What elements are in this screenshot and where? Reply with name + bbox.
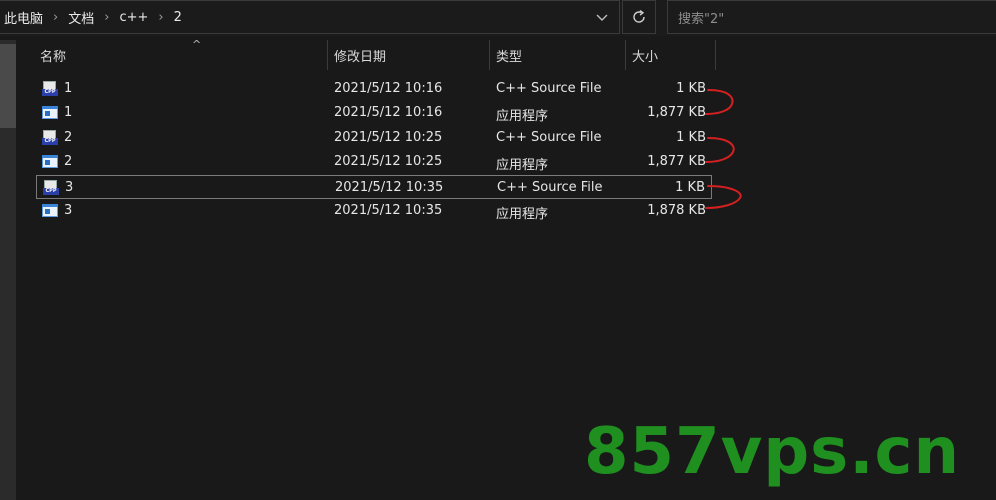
cpp-file-icon: CPP xyxy=(42,129,58,146)
refresh-button[interactable] xyxy=(622,0,656,34)
chevron-right-icon[interactable]: › xyxy=(104,10,109,25)
file-type: C++ Source File xyxy=(496,129,602,145)
column-name-label: 名称 xyxy=(40,49,67,65)
chevron-down-icon xyxy=(596,14,608,21)
exe-app-icon xyxy=(42,155,58,171)
file-type: 应用程序 xyxy=(496,158,549,174)
file-date: 2021/5/12 10:16 xyxy=(334,105,443,121)
file-size: 1,877 KB xyxy=(647,105,706,121)
file-size: 1,877 KB xyxy=(647,154,706,170)
breadcrumb-documents[interactable]: 文档 xyxy=(68,8,94,27)
file-name: 3 xyxy=(64,202,73,218)
column-type-label: 类型 xyxy=(496,49,523,65)
column-size[interactable]: 大小 xyxy=(626,40,716,70)
column-date-modified[interactable]: 修改日期 xyxy=(328,40,490,70)
exe-app-icon xyxy=(42,203,58,220)
table-row-selected[interactable]: CPP 3 2021/5/12 10:35 C++ Source File 1 … xyxy=(36,174,712,199)
file-name: 2 xyxy=(64,154,73,170)
table-row[interactable]: 2 2021/5/12 10:25 应用程序 1,877 KB xyxy=(36,150,712,174)
cpp-file-icon: CPP xyxy=(43,179,59,196)
file-name: 1 xyxy=(64,81,73,96)
search-input[interactable]: 搜索"2" xyxy=(667,0,996,34)
file-list: CPP 1 2021/5/12 10:16 C++ Source File 1 … xyxy=(36,77,712,223)
file-name: 2 xyxy=(64,129,73,145)
file-type: C++ Source File xyxy=(497,179,603,195)
file-size: 1,878 KB xyxy=(647,202,706,218)
file-date: 2021/5/12 10:25 xyxy=(334,154,443,170)
column-type[interactable]: 类型 xyxy=(490,40,626,70)
table-row[interactable]: 1 2021/5/12 10:16 应用程序 1,877 KB xyxy=(36,101,712,125)
sort-ascending-icon: ^ xyxy=(192,38,202,51)
red-brace-annotations xyxy=(705,89,742,209)
watermark: 857vps.cn xyxy=(584,415,961,489)
file-date: 2021/5/12 10:25 xyxy=(334,129,443,145)
file-date: 2021/5/12 10:35 xyxy=(334,202,443,218)
column-name[interactable]: 名称 ^ xyxy=(34,38,328,70)
chevron-right-icon[interactable]: › xyxy=(53,10,58,25)
file-type: 应用程序 xyxy=(496,109,549,125)
address-dropdown-button[interactable] xyxy=(592,8,612,28)
file-name: 3 xyxy=(65,179,74,195)
file-date: 2021/5/12 10:16 xyxy=(334,81,443,96)
column-date-label: 修改日期 xyxy=(334,49,387,65)
table-row[interactable]: 3 2021/5/12 10:35 应用程序 1,878 KB xyxy=(36,199,712,223)
cpp-file-icon: CPP xyxy=(42,81,58,97)
breadcrumb-this-pc[interactable]: 此电脑 xyxy=(4,8,43,27)
column-size-label: 大小 xyxy=(632,49,659,65)
file-date: 2021/5/12 10:35 xyxy=(335,179,444,195)
top-bar: 此电脑 › 文档 › c++ › 2 搜索"2" xyxy=(0,0,996,36)
table-row[interactable]: CPP 1 2021/5/12 10:16 C++ Source File 1 … xyxy=(36,77,712,101)
refresh-icon xyxy=(633,9,645,23)
table-row[interactable]: CPP 2 2021/5/12 10:25 C++ Source File 1 … xyxy=(36,126,712,150)
address-bar[interactable]: 此电脑 › 文档 › c++ › 2 xyxy=(0,0,620,34)
search-placeholder: 搜索"2" xyxy=(678,11,725,27)
exe-app-icon xyxy=(42,106,58,122)
chevron-right-icon[interactable]: › xyxy=(158,10,163,25)
column-header: 名称 ^ 修改日期 类型 大小 xyxy=(16,38,996,70)
breadcrumb-2[interactable]: 2 xyxy=(174,10,182,25)
file-name: 1 xyxy=(64,105,73,121)
breadcrumb-cpp[interactable]: c++ xyxy=(119,10,148,25)
navigation-scrollbar-thumb[interactable] xyxy=(0,44,16,128)
file-type: 应用程序 xyxy=(496,206,549,222)
file-type: C++ Source File xyxy=(496,81,602,96)
